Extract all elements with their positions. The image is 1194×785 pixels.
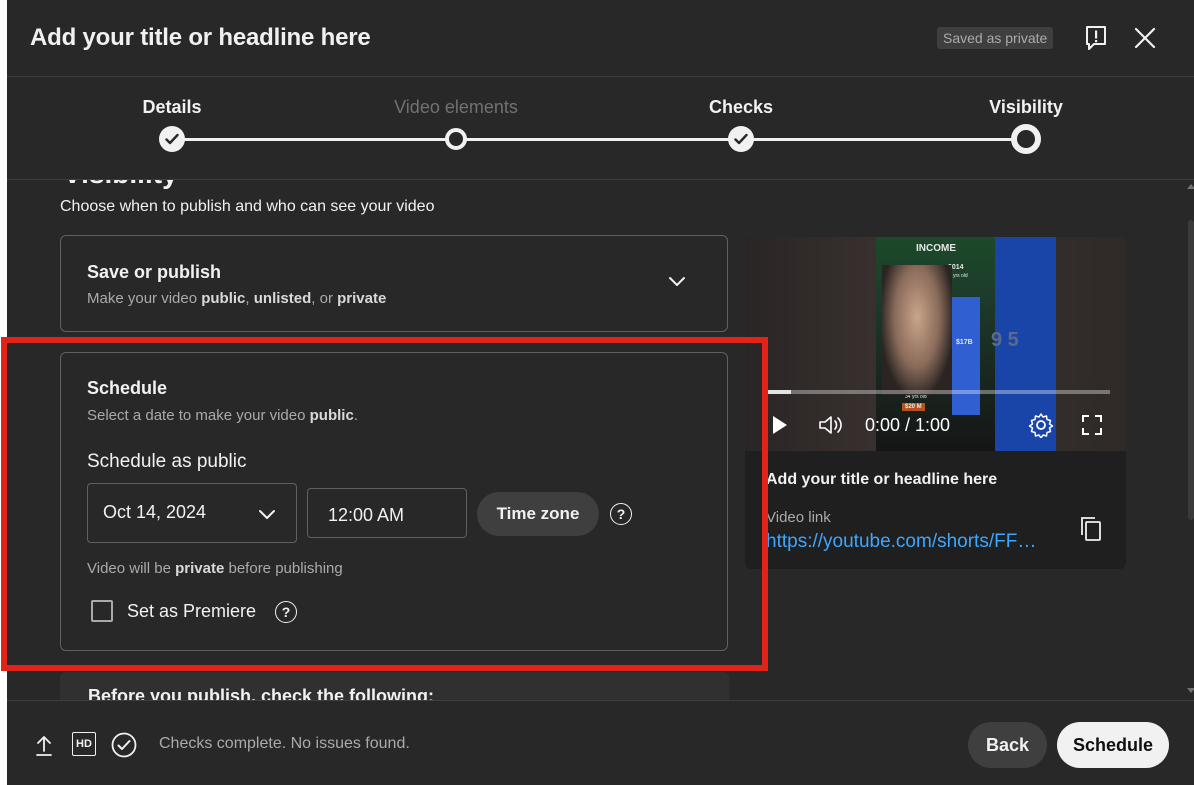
premiere-label[interactable]: Set as Premiere (127, 601, 256, 622)
checks-status-text: Checks complete. No issues found. (159, 735, 410, 752)
private-before-publishing-note: Video will be private before publishing (87, 560, 343, 577)
save-or-publish-title: Save or publish (87, 262, 222, 282)
video-link[interactable]: https://youtube.com/shorts/FFxxxxxxx (766, 531, 1042, 553)
dialog-title: Add your title or headline here (30, 24, 371, 51)
thumb-value: $17B (956, 339, 973, 346)
time-picker[interactable]: 12:00 AM (307, 488, 467, 538)
time-zone-button[interactable]: Time zone (477, 492, 599, 536)
step-checks-check-icon[interactable] (728, 126, 754, 152)
visibility-subtitle: Choose when to publish and who can see y… (60, 198, 435, 215)
pre-publish-checklist-card: Before you publish, check the following: (60, 672, 729, 700)
save-or-publish-subtitle: Make your video public, unlisted, or pri… (87, 290, 387, 307)
step-video-elements-label[interactable]: Video elements (394, 97, 518, 118)
video-progress-bar[interactable] (763, 390, 1110, 394)
fullscreen-icon[interactable] (1080, 413, 1104, 437)
time-value: 12:00 AM (328, 505, 405, 525)
thumbnail-person (882, 265, 952, 395)
step-video-elements-dot-icon[interactable] (445, 128, 467, 150)
chevron-down-icon[interactable] (668, 275, 686, 293)
video-player[interactable]: INCOME 2014 49 yrs old 1999 34 yrs old $… (745, 237, 1126, 451)
date-value: Oct 14, 2024 (103, 502, 207, 522)
schedule-card: Schedule Select a date to make your vide… (60, 352, 728, 651)
schedule-as-public-label: Schedule as public (87, 451, 247, 472)
video-time: 0:00 / 1:00 (865, 415, 951, 435)
video-link-label: Video link (766, 509, 831, 526)
step-visibility-label[interactable]: Visibility (989, 97, 1063, 118)
pre-publish-checklist-title: Before you publish, check the following: (88, 686, 435, 700)
content-scrollbar[interactable] (1187, 180, 1194, 700)
premiere-checkbox[interactable] (91, 600, 113, 622)
play-icon[interactable] (769, 414, 791, 436)
visibility-content: Visibility Choose when to publish and wh… (7, 180, 1194, 700)
schedule-button[interactable]: Schedule (1057, 722, 1169, 768)
save-or-publish-card[interactable]: Save or publish Make your video public, … (60, 235, 728, 332)
thumb-title: INCOME (916, 243, 956, 254)
close-icon[interactable] (1131, 24, 1159, 52)
scroll-up-arrow-icon[interactable] (1187, 184, 1194, 189)
copy-icon[interactable] (1078, 515, 1104, 543)
dialog-header: Add your title or headline here Saved as… (7, 0, 1194, 77)
settings-gear-icon[interactable] (1028, 412, 1054, 438)
chevron-down-icon (258, 508, 276, 526)
video-progress-fill (763, 390, 791, 394)
volume-icon[interactable] (817, 413, 845, 437)
check-circle-icon (111, 732, 137, 758)
step-checks-label[interactable]: Checks (709, 97, 773, 118)
saved-status-badge: Saved as private (937, 27, 1054, 49)
scroll-down-arrow-icon[interactable] (1187, 688, 1194, 693)
video-preview-card: INCOME 2014 49 yrs old 1999 34 yrs old $… (745, 237, 1126, 569)
preview-video-title: Add your title or headline here (766, 471, 998, 488)
schedule-title: Schedule (87, 378, 168, 398)
back-button[interactable]: Back (968, 722, 1047, 768)
progress-stepper: Details Video elements Checks Visibility (7, 77, 1194, 180)
upload-icon (33, 732, 55, 758)
hd-icon: HD (72, 732, 96, 756)
visibility-heading: Visibility (63, 180, 178, 190)
date-picker[interactable]: Oct 14, 2024 (87, 483, 297, 543)
help-icon[interactable]: ? (610, 503, 632, 525)
step-details-label[interactable]: Details (142, 97, 201, 118)
thumbnail-bar: $17B (952, 297, 980, 415)
step-details-check-icon[interactable] (159, 126, 185, 152)
step-visibility-current-icon[interactable] (1011, 124, 1041, 154)
thumb-money: $20 M (902, 403, 925, 411)
dialog-footer: HD Checks complete. No issues found. Bac… (7, 700, 1194, 785)
stepper-track (172, 138, 1026, 141)
scroll-thumb[interactable] (1188, 220, 1194, 520)
schedule-subtitle: Select a date to make your video public. (87, 407, 358, 424)
feedback-icon[interactable] (1082, 24, 1110, 52)
thumb-overlay-digits: 9 5 (991, 329, 1019, 351)
help-icon[interactable]: ? (275, 601, 297, 623)
upload-dialog: Add your title or headline here Saved as… (7, 0, 1194, 785)
